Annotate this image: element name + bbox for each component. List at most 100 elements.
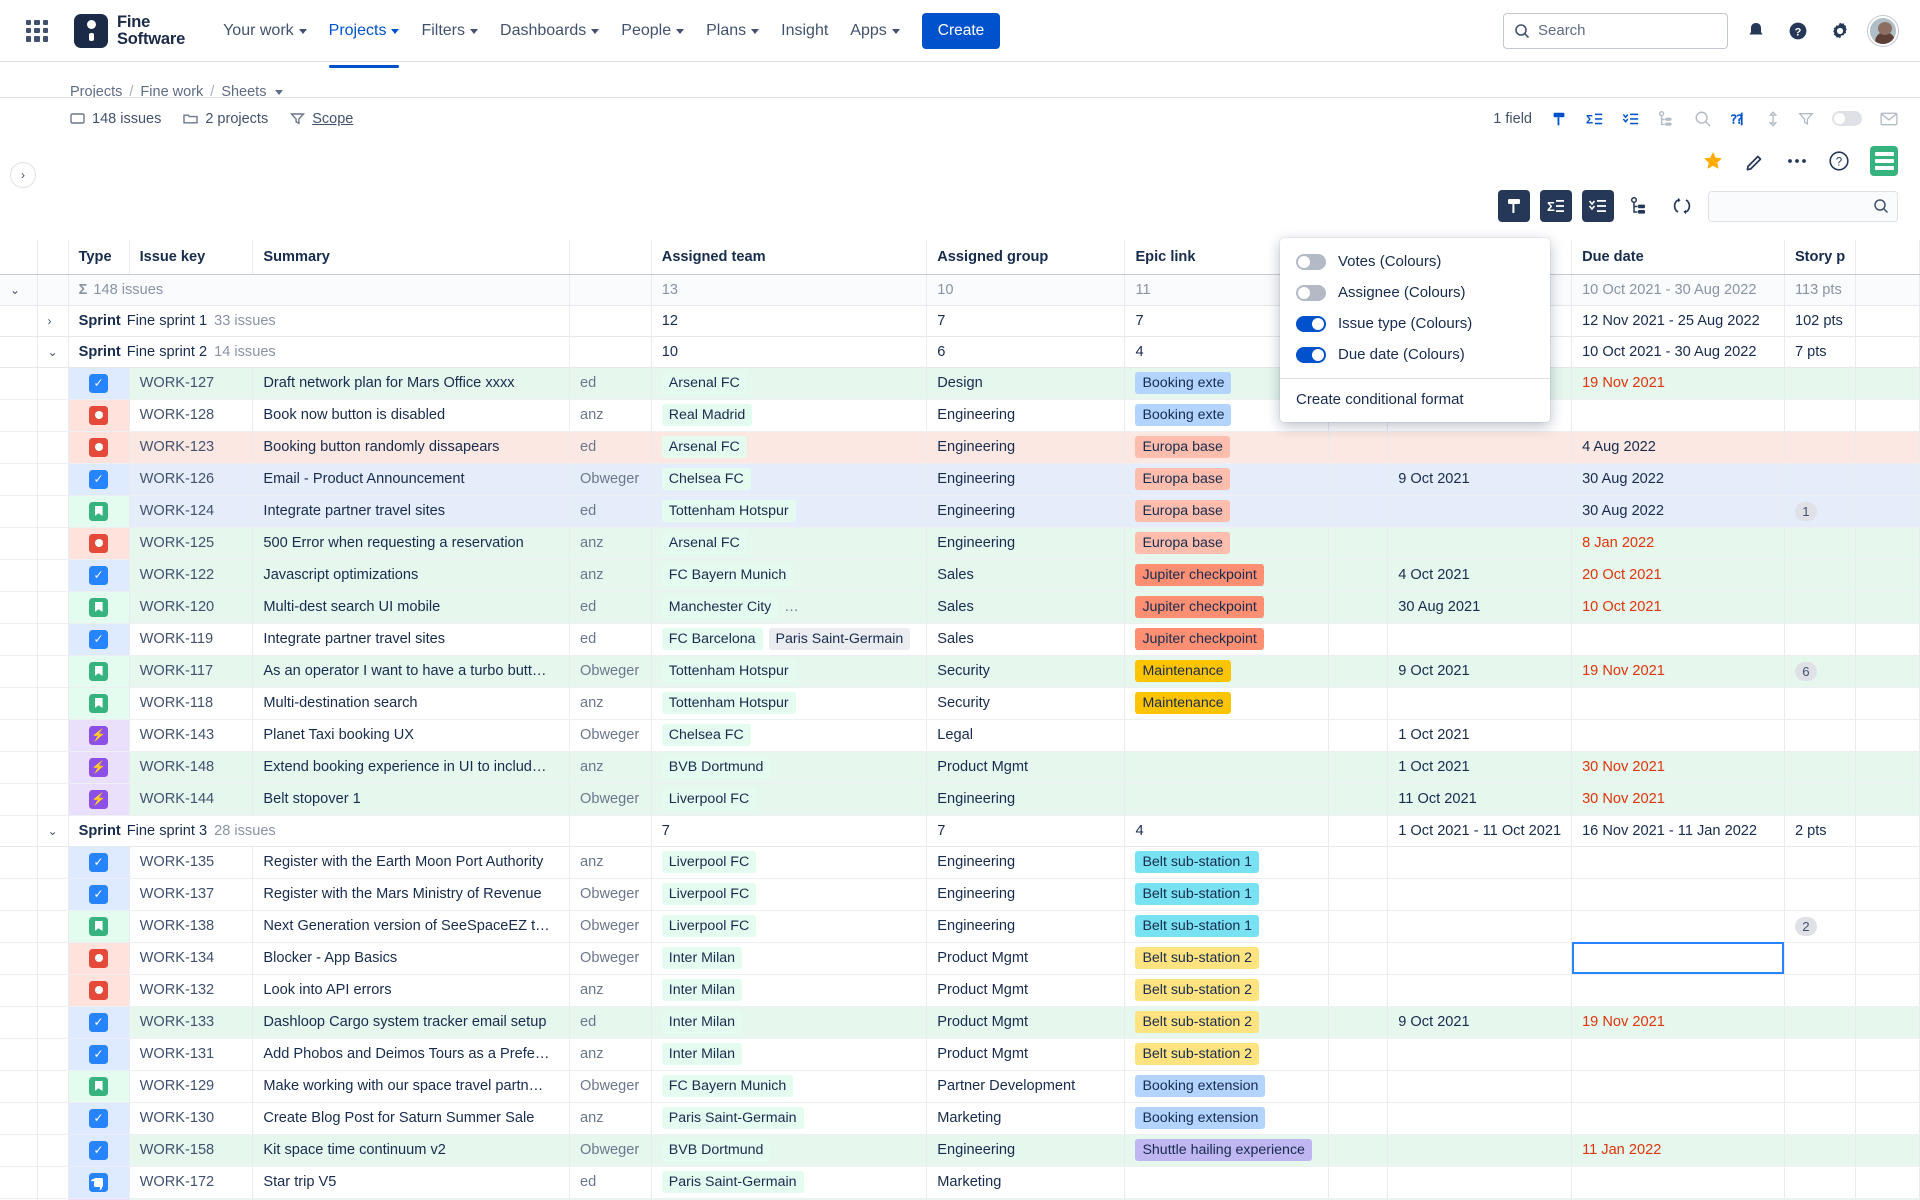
- assignee-cell[interactable]: Obweger: [569, 1070, 652, 1103]
- issue-key-cell[interactable]: WORK-134: [129, 942, 254, 975]
- toggle-switch[interactable]: [1296, 253, 1326, 270]
- epic-link-cell[interactable]: Europa base: [1124, 463, 1329, 496]
- assignee-cell[interactable]: anz: [569, 559, 652, 592]
- assigned-group-cell[interactable]: Engineering: [926, 783, 1126, 816]
- group-due-cell[interactable]: 10 Oct 2021 - 30 Aug 2022: [1571, 336, 1785, 368]
- issue-summary-cell[interactable]: Booking button randomly dissapears: [252, 431, 571, 464]
- issue-key-cell[interactable]: WORK-137: [129, 878, 254, 911]
- toggle-switch[interactable]: [1296, 346, 1326, 363]
- grid-group-row[interactable]: ›SprintFine sprint 133 issues1277202112 …: [0, 305, 1920, 337]
- assignee-cell[interactable]: anz: [569, 751, 652, 784]
- due-date-cell[interactable]: [1571, 1038, 1785, 1071]
- assigned-team-cell[interactable]: Inter Milan: [651, 942, 928, 975]
- issue-type-cell[interactable]: [68, 1070, 130, 1103]
- row-handle[interactable]: [37, 1006, 69, 1039]
- epic-link-cell[interactable]: [1124, 751, 1329, 784]
- assigned-group-cell[interactable]: Engineering: [926, 495, 1126, 528]
- assignee-cell[interactable]: ed: [569, 1006, 652, 1039]
- conditional-format-button[interactable]: [1498, 190, 1530, 222]
- issues-grid[interactable]: Type Issue key Summary Assigned team Assigne…: [0, 240, 1920, 1200]
- nav-item-insight[interactable]: Insight: [771, 14, 838, 48]
- story-points-cell[interactable]: [1784, 942, 1857, 975]
- epic-link-cell[interactable]: Jupiter checkpoint: [1124, 591, 1329, 624]
- issue-type-cell[interactable]: ✓: [68, 1134, 130, 1167]
- start-date-cell[interactable]: [1387, 1038, 1573, 1071]
- story-points-cell[interactable]: [1784, 399, 1857, 432]
- footer-row-height-icon[interactable]: [1766, 110, 1780, 128]
- group-team-count-cell[interactable]: 7: [651, 815, 928, 847]
- menu-item-votes-colours[interactable]: Votes (Colours): [1280, 246, 1550, 277]
- footer-filter-icon[interactable]: [1798, 110, 1814, 128]
- assigned-team-cell[interactable]: Tottenham Hotspur: [651, 495, 928, 528]
- story-points-cell[interactable]: [1784, 623, 1857, 656]
- expand-collapse-chevron-icon[interactable]: ⌄: [10, 283, 20, 297]
- grid-group-row[interactable]: ⌄ Sprint Fine sprint 3 28 issues 7 7 4 1 Oct 20…: [0, 815, 1920, 847]
- row-handle[interactable]: [37, 655, 69, 688]
- story-points-cell[interactable]: [1784, 1102, 1857, 1135]
- issue-key-cell[interactable]: WORK-122: [129, 559, 254, 592]
- help-question-icon[interactable]: ?: [1784, 17, 1812, 45]
- assignee-cell[interactable]: anz: [569, 1102, 652, 1135]
- start-date-cell[interactable]: 9 Oct 2021: [1387, 1006, 1573, 1039]
- issue-key-cell[interactable]: WORK-118: [129, 687, 254, 720]
- column-header-assigned-team[interactable]: Assigned team: [651, 240, 928, 275]
- epic-link-cell[interactable]: Europa base: [1124, 527, 1329, 560]
- due-date-cell[interactable]: 4 Aug 2022: [1571, 431, 1785, 464]
- due-date-cell[interactable]: [1571, 878, 1785, 911]
- assigned-group-cell[interactable]: Sales: [926, 591, 1126, 624]
- group-epic-count-cell[interactable]: 4: [1124, 815, 1329, 847]
- table-row[interactable]: ⚡ WORK-148 Extend booking experience in UI…: [0, 751, 1920, 784]
- start-date-cell[interactable]: 30 Aug 2021: [1387, 591, 1573, 624]
- assigned-group-cell[interactable]: Engineering: [926, 846, 1126, 879]
- epic-link-cell[interactable]: Booking extension: [1124, 1070, 1329, 1103]
- footer-hierarchy-icon[interactable]: [1658, 110, 1676, 128]
- issue-type-cell[interactable]: [68, 399, 130, 432]
- table-row[interactable]: WORK-129 Make working with our space trav…: [0, 1070, 1920, 1103]
- issue-key-cell[interactable]: WORK-158: [129, 1134, 254, 1167]
- issue-key-cell[interactable]: WORK-133: [129, 1006, 254, 1039]
- assigned-group-cell[interactable]: Engineering: [926, 1134, 1126, 1167]
- edit-pencil-icon[interactable]: [1744, 150, 1766, 172]
- issue-summary-cell[interactable]: Look into API errors: [252, 974, 571, 1007]
- assigned-group-cell[interactable]: Engineering: [926, 463, 1126, 496]
- group-story-cell[interactable]: 113 pts: [1784, 274, 1857, 306]
- epic-link-cell[interactable]: Maintenance: [1124, 655, 1329, 688]
- story-points-cell[interactable]: [1784, 687, 1857, 720]
- issue-type-cell[interactable]: ✓: [68, 367, 130, 400]
- issue-key-cell[interactable]: WORK-132: [129, 974, 254, 1007]
- assignee-cell[interactable]: anz: [569, 687, 652, 720]
- story-points-cell[interactable]: [1784, 1134, 1857, 1167]
- issue-summary-cell[interactable]: Draft network plan for Mars Office xxxx: [252, 367, 571, 400]
- extra-cell[interactable]: [1328, 559, 1389, 592]
- due-date-cell[interactable]: [1571, 399, 1785, 432]
- collapse-expand-button[interactable]: [1582, 190, 1614, 222]
- nav-item-filters[interactable]: Filters: [411, 14, 488, 48]
- group-story-cell[interactable]: 102 pts: [1784, 305, 1857, 337]
- assigned-team-cell[interactable]: Inter Milan: [651, 974, 928, 1007]
- row-handle[interactable]: [37, 878, 69, 911]
- assigned-team-cell[interactable]: Inter Milan: [651, 1038, 928, 1071]
- group-tail-cell[interactable]: [1855, 336, 1920, 368]
- assignee-cell[interactable]: ed: [569, 623, 652, 656]
- column-header-story-p[interactable]: Story p: [1784, 240, 1857, 275]
- issue-summary-cell[interactable]: Planet Taxi booking UX: [252, 719, 571, 752]
- start-date-cell[interactable]: [1387, 1166, 1573, 1199]
- assigned-team-cell[interactable]: Chelsea FC: [651, 719, 928, 752]
- issue-key-cell[interactable]: WORK-124: [129, 495, 254, 528]
- assigned-team-cell[interactable]: Inter Milan: [651, 1006, 928, 1039]
- issue-type-cell[interactable]: ✓: [68, 846, 130, 879]
- issue-key-cell[interactable]: WORK-120: [129, 591, 254, 624]
- table-row[interactable]: ✓ WORK-122 Javascript optimizations anz FC B…: [0, 559, 1920, 592]
- table-row[interactable]: WORK-134 Blocker - App Basics Obweger Inter…: [0, 942, 1920, 975]
- start-date-cell[interactable]: [1387, 431, 1573, 464]
- issues-count-item[interactable]: 148 issues: [70, 111, 161, 127]
- column-header-blank[interactable]: [569, 240, 652, 275]
- assigned-group-cell[interactable]: Product Mgmt: [926, 751, 1126, 784]
- assigned-team-cell[interactable]: Arsenal FC: [651, 367, 928, 400]
- create-button[interactable]: Create: [921, 12, 1001, 49]
- table-row[interactable]: ✓ WORK-130 Create Blog Post for Saturn Sum…: [0, 1102, 1920, 1135]
- issue-summary-cell[interactable]: Book now button is disabled: [252, 399, 571, 432]
- scope-item[interactable]: Scope: [290, 111, 353, 127]
- issue-key-cell[interactable]: WORK-125: [129, 527, 254, 560]
- app-switcher-icon[interactable]: [22, 16, 52, 46]
